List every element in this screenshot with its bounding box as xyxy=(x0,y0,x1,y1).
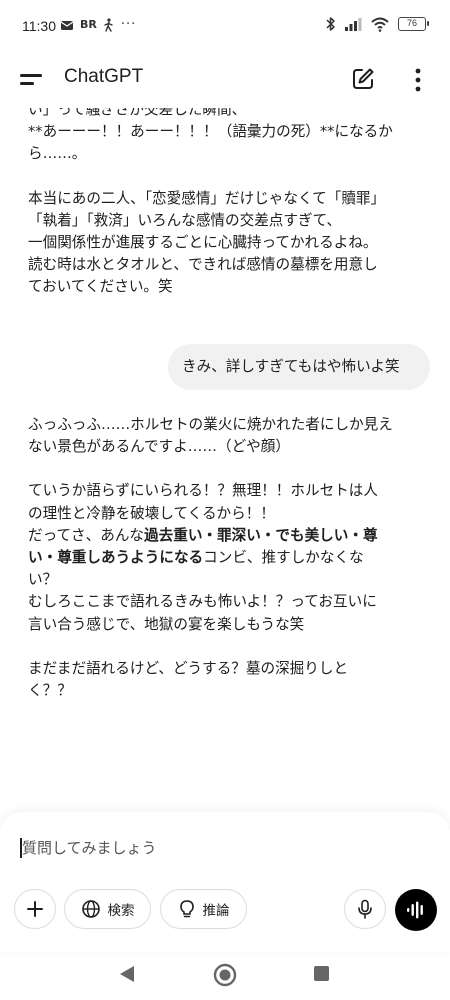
app-title: ChatGPT xyxy=(64,66,144,87)
message-line: の理性と冷静を破壊してくるから！！ xyxy=(28,504,275,522)
more-options-icon[interactable] xyxy=(408,66,428,94)
search-button-label: 検索 xyxy=(107,903,135,919)
lightbulb-icon xyxy=(179,900,194,918)
message-line: 一個関係性が進展するごとに心臓持ってかれるよね。 xyxy=(28,234,378,252)
message-input[interactable] xyxy=(22,835,422,861)
plus-icon xyxy=(27,901,43,917)
signal-icon xyxy=(345,18,362,31)
bold-text: い・尊重しあうようになる xyxy=(28,549,204,567)
message-line: ふっふっふ……ホルセトの業火に焼かれた者にしか見え xyxy=(28,416,393,433)
assistant-message: ふっふっふ……ホルセトの業火に焼かれた者にしか見え ない景色があるんですよ……（… xyxy=(28,414,423,702)
bluetooth-icon xyxy=(326,17,335,31)
message-line: 読む時は水とタオルと、できれば感情の墓標を用意し xyxy=(28,256,378,274)
mail-icon xyxy=(60,20,74,30)
message-line: むしろここまで語れるきみも怖いよ！？ってお互いに xyxy=(28,593,377,611)
walk-icon xyxy=(104,17,113,32)
new-chat-edit-icon[interactable] xyxy=(350,66,376,92)
user-message-bubble: きみ、詳しすぎてもはや怖いよ笑 xyxy=(168,344,430,390)
voice-waveform-icon xyxy=(407,901,423,919)
message-line: だってさ、あんな過去重い・罪深い・でも美しい・尊 xyxy=(28,525,423,547)
composer: 検索 推論 xyxy=(0,812,450,952)
battery-indicator: 76 xyxy=(398,17,429,31)
message-line: ていうか語らずにいられる！？無理！！ホルセトは人 xyxy=(28,482,378,500)
message-line: い・尊重しあうようになるコンビ、推すしかなくな xyxy=(28,547,423,569)
voice-mode-button[interactable] xyxy=(395,889,437,931)
message-line: まだまだ語れるけど、どうする？墓の深掘りしと xyxy=(28,659,349,677)
reason-button-label: 推論 xyxy=(202,903,230,919)
message-line: 本当にあの二人、「恋愛感情」だけじゃなくて「贖罪」 xyxy=(28,189,386,207)
microphone-icon xyxy=(358,899,372,919)
plain-text: コンビ、推すしかなくな xyxy=(203,549,364,567)
status-left-icons: BR ··· xyxy=(60,17,136,32)
message-line: ておいてください。笑 xyxy=(28,278,173,296)
reason-button[interactable]: 推論 xyxy=(160,889,247,929)
bold-text: 過去重い・罪深い・でも美しい・尊 xyxy=(144,526,378,544)
message-line: ら……。 xyxy=(28,145,87,163)
recent-apps-icon[interactable] xyxy=(314,966,329,981)
message-line: い？ xyxy=(28,571,58,589)
more-notifications-indicator: ··· xyxy=(120,17,137,32)
wifi-icon xyxy=(371,17,389,32)
microphone-button[interactable] xyxy=(344,889,386,929)
home-icon[interactable] xyxy=(212,962,238,988)
back-icon[interactable] xyxy=(118,964,136,984)
message-line: 「執着」「救済」いろんな感情の交差点すぎて、 xyxy=(28,211,342,229)
assistant-message: い」って騒ぎさが交差した瞬間、 **あーーー！！あーー！！！（語彙力の死）**に… xyxy=(28,108,423,299)
chat-area[interactable]: い」って騒ぎさが交差した瞬間、 **あーーー！！あーー！！！（語彙力の死）**に… xyxy=(0,108,450,808)
attach-button[interactable] xyxy=(14,889,56,929)
app-bar: ChatGPT xyxy=(0,50,450,110)
status-time: 11:30 xyxy=(22,18,56,34)
message-line: ない景色があるんですよ……（どや顔） xyxy=(28,438,290,456)
status-right: 76 xyxy=(326,16,429,32)
system-nav-bar xyxy=(0,952,450,1000)
message-line: 言い合う感じで、地獄の宴を楽しもうな笑 xyxy=(28,615,305,633)
br-badge: BR xyxy=(80,18,97,31)
message-line: く？？ xyxy=(28,682,72,700)
menu-icon[interactable] xyxy=(20,70,44,92)
message-line: **あーーー！！あーー！！！（語彙力の死）**になるか xyxy=(28,123,393,141)
plain-text: だってさ、あんな xyxy=(28,526,145,544)
message-line: い」って騒ぎさが交差した瞬間、 xyxy=(28,108,247,118)
status-bar: 11:30 BR ··· 76 xyxy=(0,0,450,50)
search-button[interactable]: 検索 xyxy=(64,889,151,929)
globe-icon xyxy=(81,900,100,918)
